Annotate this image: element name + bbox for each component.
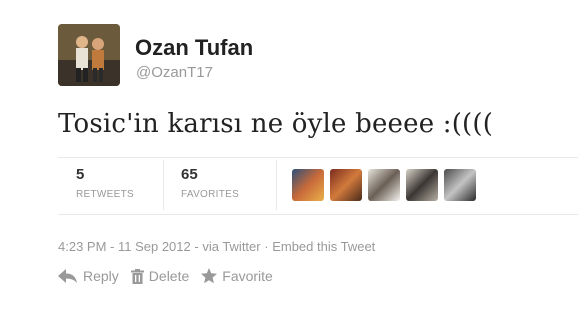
star-icon [201,268,218,284]
retweets-stat[interactable]: 5 RETWEETS [76,166,134,200]
reply-label: Reply [83,268,119,284]
favoriter-avatar[interactable] [368,169,400,201]
favorites-label: FAVORITES [181,189,240,200]
embed-link[interactable]: Embed this Tweet [272,239,375,254]
reply-icon [58,269,77,283]
retweets-count: 5 [76,166,85,183]
favorites-stat[interactable]: 65 FAVORITES [181,166,239,200]
favoriters-avatars [292,169,476,201]
tweet-meta: 4:23 PM - 11 Sep 2012 - via Twitter · Em… [58,239,375,254]
reply-button[interactable]: Reply [58,268,119,284]
favorites-count: 65 [181,166,198,183]
tweet-timestamp[interactable]: 4:23 PM - 11 Sep 2012 [58,239,191,254]
author-handle[interactable]: @OzanT17 [136,64,213,81]
delete-label: Delete [148,268,190,284]
retweets-label: RETWEETS [76,189,134,200]
tweet-actions: Reply Delete Favorite [58,268,285,284]
author-avatar[interactable] [58,24,120,86]
favoriter-avatar[interactable] [330,169,362,201]
stats-top-divider [58,157,578,158]
favoriter-avatar[interactable] [292,169,324,201]
stat-divider [276,160,277,210]
favoriter-avatar[interactable] [444,169,476,201]
favorite-label: Favorite [222,268,273,284]
delete-button[interactable]: Delete [130,268,190,284]
stats-bottom-divider [58,214,578,215]
favoriter-avatar[interactable] [406,169,438,201]
trash-icon [130,268,144,284]
tweet-text: Tosic'in karısı ne öyle beeee :(((( [58,109,494,139]
tweet-card: Ozan Tufan @OzanT17 Tosic'in karısı ne ö… [0,0,578,325]
meta-separator: · [264,239,273,254]
stat-divider [163,160,164,210]
author-name[interactable]: Ozan Tufan [135,35,253,61]
favorite-button[interactable]: Favorite [201,268,273,284]
tweet-source[interactable]: via Twitter [202,239,260,254]
